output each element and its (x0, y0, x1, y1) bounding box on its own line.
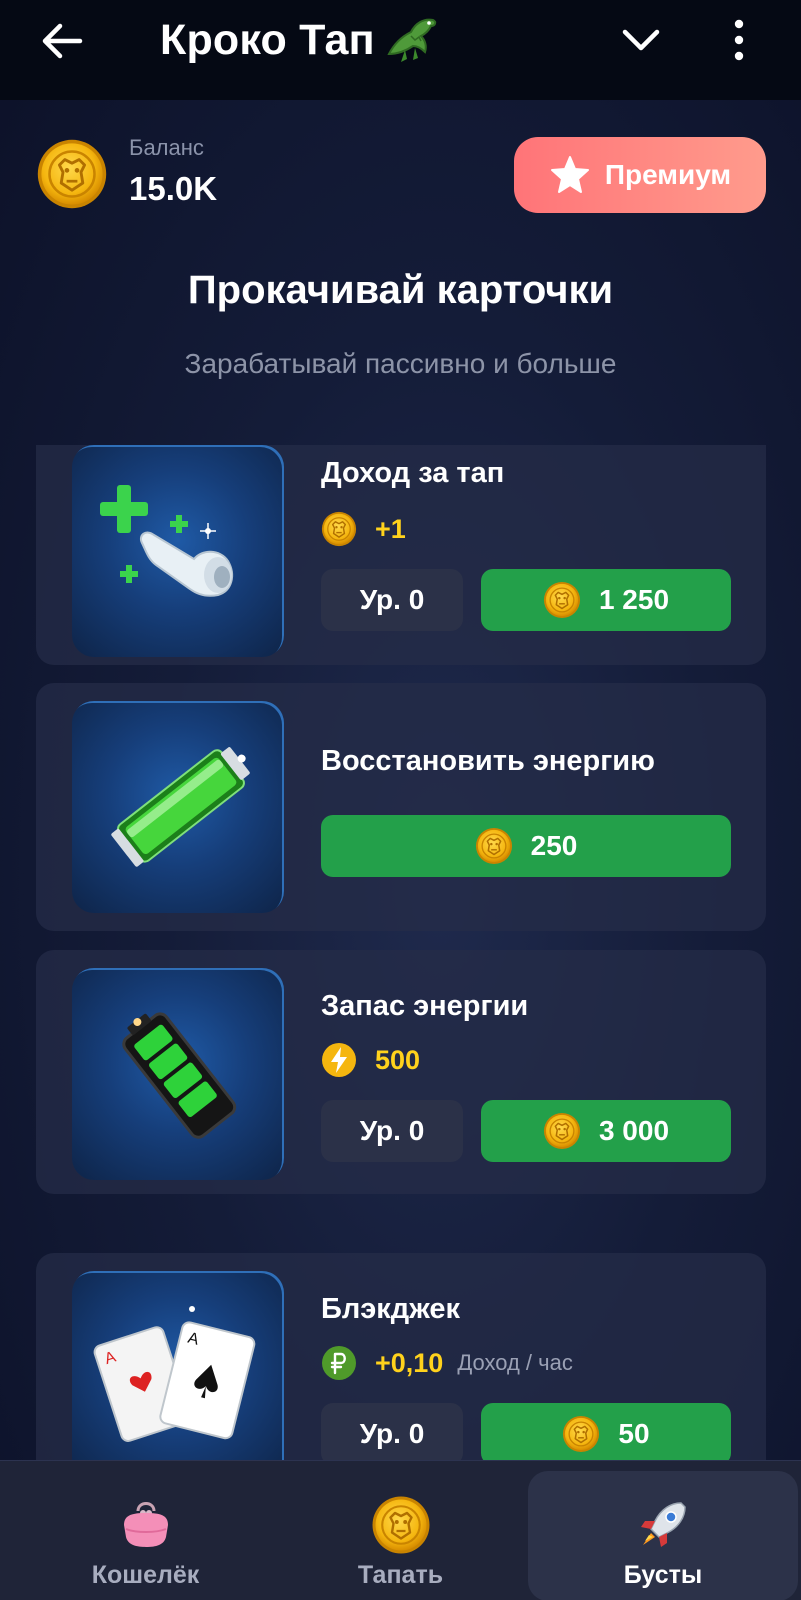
balance-value: 15.0K (129, 170, 218, 207)
wallet-purse-icon (123, 1502, 168, 1547)
playing-cards-icon: A A (93, 1306, 256, 1442)
card-image-tap (72, 445, 284, 657)
back-button[interactable] (38, 18, 88, 64)
nav-label: Тапать (357, 1561, 444, 1589)
tap-hand-icon (100, 485, 234, 597)
rocket-icon (641, 1502, 686, 1547)
card-stat: +0,10 Доход / час (321, 1345, 573, 1381)
croc-coin-icon (371, 1495, 431, 1555)
card-stat: +1 (321, 511, 406, 547)
level-badge: Ур. 0 (321, 1403, 463, 1460)
croc-coin-icon (36, 138, 108, 210)
dropdown-button[interactable] (620, 22, 662, 58)
boost-card-restore-energy[interactable]: Восстановить энергию 250 (36, 683, 766, 931)
nav-boosts[interactable]: Бусты (528, 1471, 798, 1600)
battery-full-icon (111, 747, 250, 867)
premium-label: Премиум (604, 159, 732, 190)
battery-cells-icon (122, 1012, 237, 1139)
price-label: 50 (618, 1418, 650, 1449)
card-image-energy (72, 701, 284, 913)
section-subtitle: Зарабатывай пассивно и больше (184, 348, 617, 379)
boost-card-list[interactable]: Доход за тап +1 Ур. 0 1 250 Восстановить… (36, 445, 766, 1460)
arrow-left-icon (42, 23, 83, 59)
ruble-icon (322, 1346, 356, 1380)
section-title: Прокачивай карточки (187, 268, 614, 312)
nav-label: Бусты (623, 1561, 703, 1589)
lightning-icon (322, 1043, 356, 1077)
nav-tap[interactable]: Тапать (267, 1461, 534, 1600)
more-menu-button[interactable] (730, 18, 748, 62)
price-label: 3 000 (598, 1115, 670, 1146)
croc-coin-icon (321, 511, 357, 547)
buy-tap-income-button[interactable]: 1 250 (481, 569, 731, 631)
app-title-text: Кроко Тап (160, 15, 375, 64)
balance-label: Баланс (129, 135, 204, 160)
stat-value: +1 (375, 513, 406, 544)
stat-note: Доход / час (457, 1350, 573, 1375)
top-bar: Кроко Тап (0, 0, 801, 100)
card-stat: 500 (321, 1042, 420, 1078)
card-title: Восстановить энергию (321, 745, 655, 777)
croc-coin-icon (543, 1112, 581, 1150)
stat-value: +0,10 (375, 1347, 444, 1378)
nav-wallet[interactable]: Кошелёк (12, 1461, 279, 1600)
nav-label: Кошелёк (91, 1561, 200, 1589)
buy-energy-limit-button[interactable]: 3 000 (481, 1100, 731, 1162)
level-badge: Ур. 0 (321, 569, 463, 631)
crocodile-icon (387, 18, 436, 62)
croc-coin-icon (475, 827, 513, 865)
price-label: 1 250 (598, 584, 670, 615)
level-badge: Ур. 0 (321, 1100, 463, 1162)
croc-coin-icon (543, 581, 581, 619)
card-image-blackjack: A A (72, 1271, 284, 1460)
croc-coin-icon (562, 1415, 600, 1453)
boost-card-energy-limit[interactable]: Запас энергии 500 Ур. 0 3 000 (36, 950, 766, 1194)
buy-blackjack-button[interactable]: 50 (481, 1403, 731, 1460)
stat-value: 500 (375, 1044, 421, 1075)
boost-card-blackjack[interactable]: A A Блэкджек +0,10 Доход / час Ур. 0 50 (36, 1253, 766, 1460)
star-icon (550, 156, 589, 193)
card-image-energy-limit (72, 968, 284, 1180)
more-vertical-icon (734, 19, 744, 61)
buy-restore-energy-button[interactable]: 250 (321, 815, 731, 877)
premium-button[interactable]: Премиум (514, 137, 766, 213)
price-label: 250 (530, 830, 578, 861)
chevron-down-icon (622, 29, 660, 51)
app-title: Кроко Тап (160, 14, 443, 66)
card-title: Доход за тап (321, 457, 505, 489)
card-title: Блэкджек (321, 1293, 461, 1325)
card-title: Запас энергии (321, 990, 529, 1022)
boost-card-tap-income[interactable]: Доход за тап +1 Ур. 0 1 250 (36, 445, 766, 665)
bottom-nav: Кошелёк Тапать Бусты (0, 1460, 801, 1600)
